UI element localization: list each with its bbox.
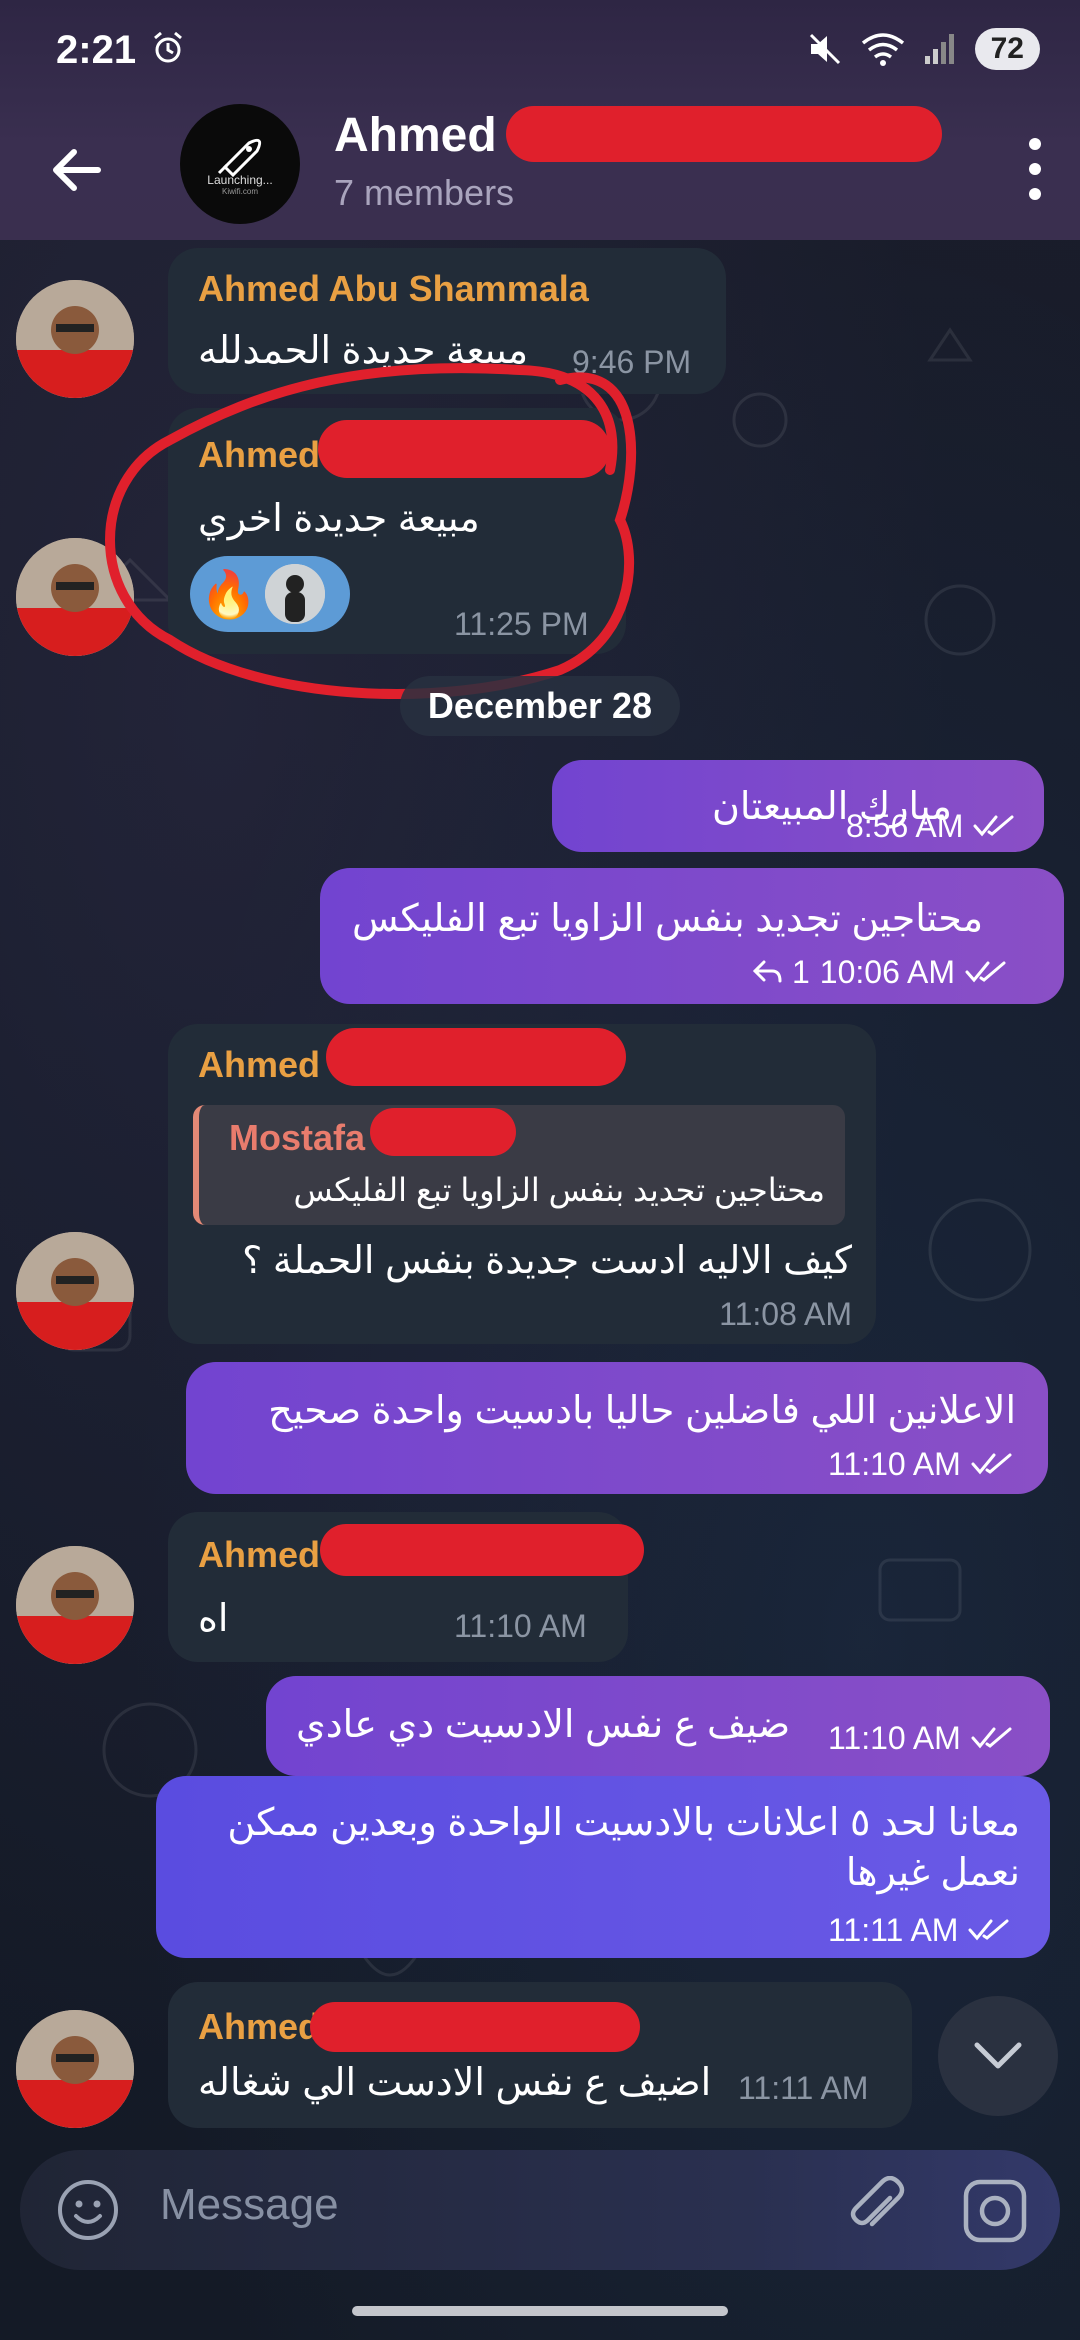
profile-photo: [16, 538, 134, 656]
attach-icon[interactable]: [846, 2176, 912, 2242]
status-bar: 2:21 72: [0, 0, 1080, 100]
message-meta: 11:10 AM: [828, 1444, 1038, 1484]
message-time: 11:08 AM: [719, 1296, 852, 1332]
message-text-line1: معانا لحد ٥ اعلانات بالادسيت الواحدة وبع…: [227, 1802, 1020, 1844]
home-indicator[interactable]: [352, 2306, 728, 2316]
redaction-mark: [320, 1524, 644, 1576]
message-text: مبيعة جديدة اخري: [198, 498, 480, 540]
message-time: 8:56 AM: [846, 807, 964, 844]
redaction-mark: [370, 1108, 516, 1156]
emoji-icon[interactable]: [56, 2178, 120, 2242]
message-meta: 11:10 AM: [828, 1718, 1038, 1758]
profile-photo: [16, 1546, 134, 1664]
redaction-mark: [310, 2002, 640, 2052]
message-text: الاعلانين اللي فاضلين حاليا بادسيت واحدة…: [268, 1390, 1016, 1432]
signal-icon: [924, 34, 954, 64]
message-text: كيف الاليه ادست جديدة بنفس الحملة ؟: [242, 1240, 852, 1282]
reaction-chip[interactable]: 🔥: [190, 556, 350, 632]
sender-avatar[interactable]: [16, 280, 134, 398]
rocket-icon: [217, 138, 262, 177]
reactor-avatar: [265, 564, 326, 624]
sender-avatar[interactable]: [16, 2010, 134, 2128]
message-meta: 11:11 AM: [828, 1910, 1038, 1950]
quoted-sender: Mostafa: [229, 1117, 366, 1158]
message-composer[interactable]: Message: [20, 2150, 1060, 2270]
message-text: اضيف ع نفس الادست الي شغاله: [198, 2062, 712, 2104]
profile-photo: [16, 2010, 134, 2128]
alarm-icon: [154, 31, 182, 63]
message-meta: 8:56 AM: [846, 806, 1036, 846]
scroll-to-bottom-button[interactable]: [938, 1996, 1058, 2116]
message-time: 11:25 PM: [454, 606, 589, 642]
sender-avatar[interactable]: [16, 1232, 134, 1350]
chat-title[interactable]: Ahmed: [334, 108, 497, 163]
more-options-icon[interactable]: [1020, 134, 1050, 204]
chevron-down-icon: [974, 2042, 1022, 2069]
message-time: 11:11 AM: [738, 2070, 869, 2106]
fire-emoji: 🔥: [200, 568, 258, 620]
back-arrow-icon[interactable]: [44, 138, 108, 202]
double-check-icon: [965, 961, 1006, 983]
message-meta: 1 10:06 AM: [752, 952, 1042, 992]
profile-photo: [16, 280, 134, 398]
message-time: 11:11 AM: [828, 1911, 959, 1948]
sender-name[interactable]: Ahmed Abu Shammala: [198, 268, 589, 310]
group-avatar-text: Launching...: [207, 172, 273, 187]
sender-name[interactable]: Ahmed: [198, 1534, 320, 1576]
sender-avatar[interactable]: [16, 538, 134, 656]
mute-icon: [809, 33, 840, 65]
message-text: اه: [198, 1598, 229, 1640]
message-time: 10:06 AM: [819, 953, 955, 990]
group-avatar[interactable]: Launching... Kiwifi.com: [180, 104, 300, 224]
message-time: 11:10 AM: [454, 1608, 587, 1644]
double-check-icon: [968, 1919, 1009, 1941]
wifi-icon: [861, 33, 904, 66]
redaction-mark: [326, 1028, 626, 1086]
message-text: مبيعة جديدة الحمدلله: [198, 330, 529, 372]
status-time: 2:21: [56, 28, 137, 72]
message-time: 11:10 AM: [828, 1445, 961, 1482]
double-check-icon: [971, 1727, 1012, 1749]
group-avatar-subtext: Kiwifi.com: [221, 186, 258, 196]
message-input[interactable]: Message: [160, 2180, 339, 2230]
camera-icon[interactable]: [960, 2176, 1030, 2246]
battery-indicator: 72: [974, 28, 1040, 70]
message-bubble[interactable]: Ahmed Abu Shammala مبيعة جديدة الحمدلله …: [168, 248, 726, 394]
reactor-photo: [265, 564, 326, 624]
sender-avatar[interactable]: [16, 1546, 134, 1664]
double-check-icon: [973, 815, 1014, 837]
message-time: 9:46 PM: [572, 344, 692, 380]
sender-name[interactable]: Ahmed: [198, 434, 320, 476]
reply-count[interactable]: 1: [792, 954, 810, 991]
message-text: محتاجين تجديد بنفس الزاويا تبع الفليكس: [352, 898, 984, 940]
quoted-text: محتاجين تجديد بنفس الزاويا تبع الفليكس: [293, 1172, 826, 1208]
reply-icon[interactable]: [752, 958, 782, 986]
status-icons: 72: [807, 28, 1040, 70]
double-check-icon: [971, 1453, 1012, 1475]
profile-photo: [16, 1232, 134, 1350]
message-text: ضيف ع نفس الادسيت دي عادي: [296, 1704, 791, 1746]
sender-name[interactable]: Ahmed: [198, 2006, 320, 2048]
message-time: 11:10 AM: [828, 1719, 961, 1756]
redaction-mark: [318, 420, 610, 478]
sender-name[interactable]: Ahmed: [198, 1044, 320, 1086]
member-count: 7 members: [334, 172, 515, 213]
redaction-mark: [506, 106, 942, 162]
message-text-line2: نعمل غيرها: [845, 1852, 1020, 1894]
date-separator: December 28: [400, 676, 680, 736]
reply-quote[interactable]: Mostafa محتاجين تجديد بنفس الزاويا تبع ا…: [193, 1105, 845, 1225]
